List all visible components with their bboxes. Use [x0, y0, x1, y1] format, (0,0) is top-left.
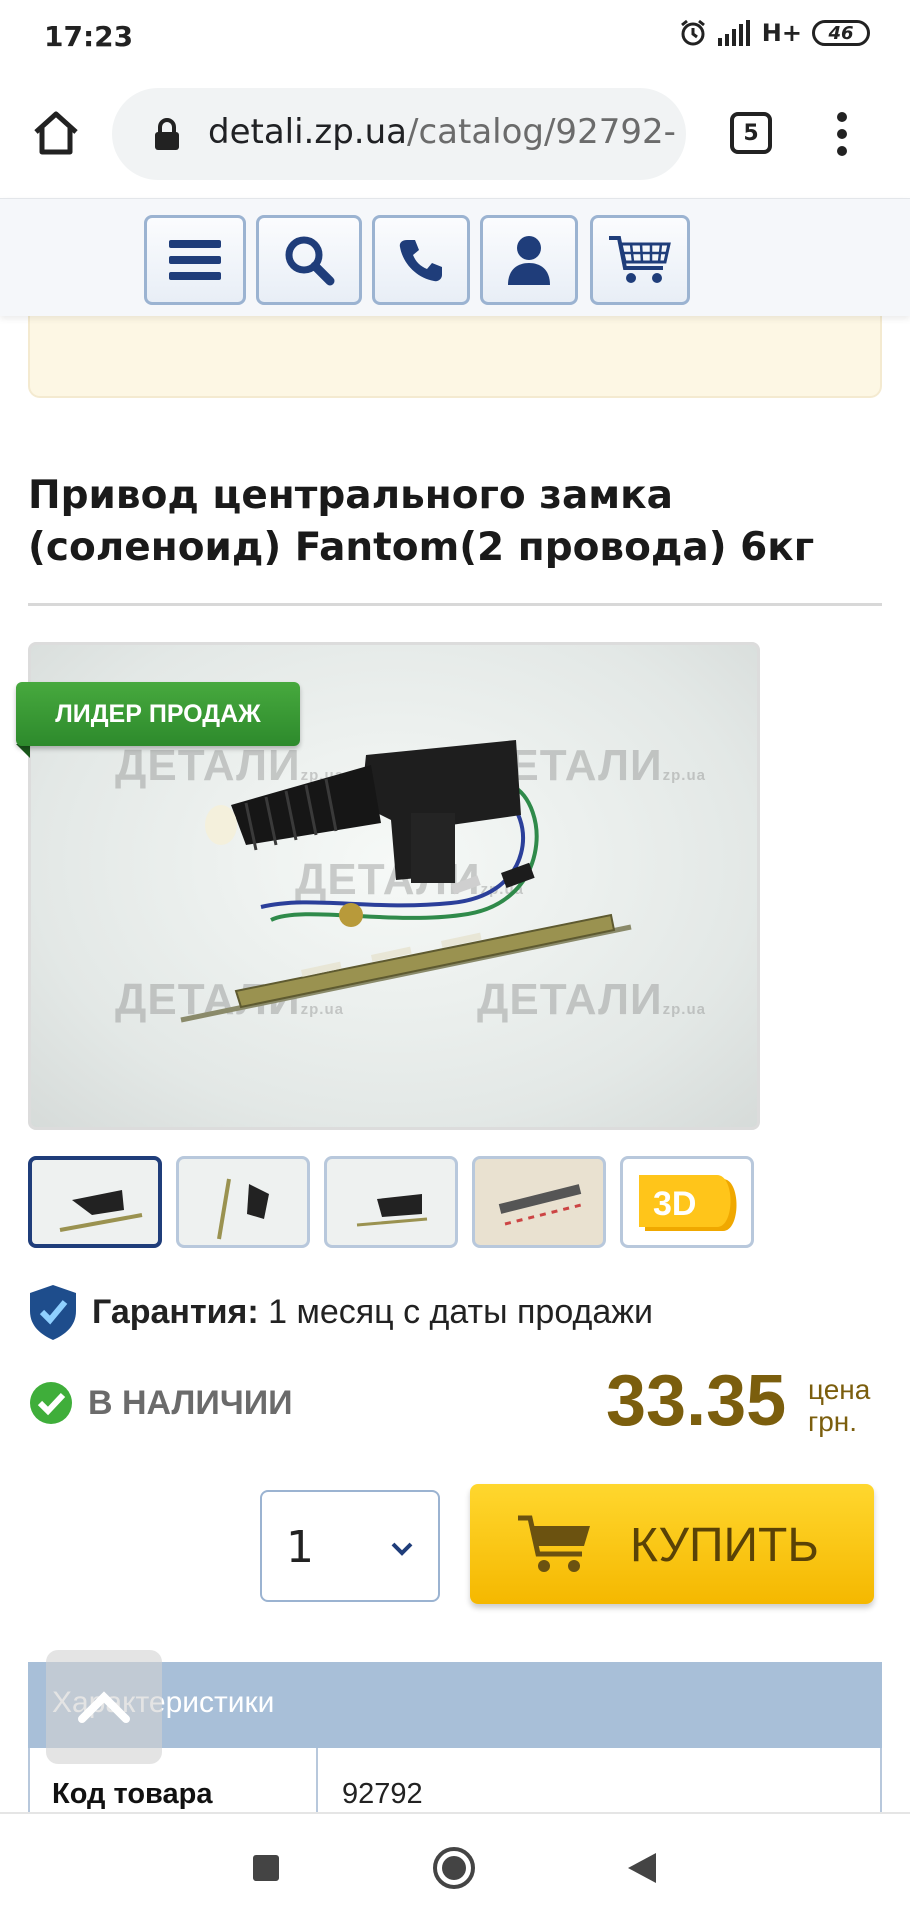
- lock-icon: [155, 118, 179, 150]
- phone-button[interactable]: [372, 215, 470, 305]
- char-key: Код товара: [52, 1778, 213, 1810]
- square-icon: [253, 1855, 279, 1881]
- back-button[interactable]: [618, 1844, 666, 1892]
- badge-fold: [16, 744, 30, 758]
- chevron-down-icon: [391, 1542, 413, 1556]
- system-nav-bar: [0, 1812, 910, 1920]
- status-icons: H+ 46: [678, 18, 870, 48]
- thumbnail-3[interactable]: [324, 1156, 458, 1248]
- address-bar[interactable]: detali.zp.ua/catalog/92792-: [112, 88, 686, 180]
- back-triangle-icon: [628, 1853, 656, 1883]
- menu-button[interactable]: [144, 215, 246, 305]
- scroll-top-button[interactable]: [46, 1650, 162, 1764]
- warranty-value: 1 месяц с даты продажи: [258, 1292, 653, 1331]
- recents-button[interactable]: [242, 1844, 290, 1892]
- chevron-up-icon: [78, 1691, 130, 1723]
- cart-icon: [609, 236, 671, 283]
- account-button[interactable]: [480, 215, 578, 305]
- search-icon: [285, 236, 335, 286]
- price-value: 33.35: [606, 1361, 787, 1441]
- char-value: 92792: [342, 1778, 423, 1810]
- browser-toolbar: detali.zp.ua/catalog/92792- 5: [0, 76, 910, 198]
- tabs-button[interactable]: 5: [730, 112, 772, 154]
- home-icon[interactable]: [30, 106, 82, 158]
- site-toolbar: [0, 198, 910, 316]
- warranty-row: Гарантия: 1 месяц с даты продажи: [28, 1284, 653, 1340]
- stock-status-row: В НАЛИЧИИ: [28, 1380, 293, 1426]
- url-path: /catalog/92792-: [407, 112, 676, 152]
- thumbnail-1[interactable]: [28, 1156, 162, 1248]
- cart-icon: [518, 1515, 590, 1572]
- column-divider: [316, 1748, 318, 1818]
- stock-status: В НАЛИЧИИ: [88, 1383, 293, 1422]
- shield-check-icon: [30, 1285, 76, 1340]
- tab-count: 5: [743, 120, 759, 146]
- 3d-icon: 3D: [639, 1175, 737, 1231]
- home-nav-button[interactable]: [430, 1844, 478, 1892]
- svg-text:3D: 3D: [653, 1185, 696, 1223]
- warranty-label: Гарантия:: [92, 1292, 259, 1331]
- thumbnail-3d[interactable]: 3D: [620, 1156, 754, 1248]
- quantity-value: 1: [286, 1522, 314, 1573]
- warranty-text: Гарантия: 1 месяц с даты продажи: [92, 1293, 653, 1332]
- quantity-select[interactable]: 1: [260, 1490, 440, 1602]
- battery-icon: 46: [812, 20, 870, 46]
- status-time: 17:23: [44, 20, 134, 53]
- title-divider: [28, 603, 882, 606]
- circle-icon: [433, 1847, 475, 1889]
- cart-button[interactable]: [590, 215, 690, 305]
- price-label: цена грн.: [808, 1374, 871, 1437]
- check-circle-icon: [30, 1382, 72, 1424]
- signal-icon: [717, 20, 750, 46]
- battery-level: 46: [828, 22, 854, 44]
- product-title: Привод центрального замка (соленоид) Fan…: [28, 473, 815, 570]
- url-domain: detali.zp.ua: [208, 112, 407, 152]
- buy-label: КУПИТЬ: [630, 1519, 819, 1572]
- search-button[interactable]: [256, 215, 362, 305]
- url-text: detali.zp.ua/catalog/92792-: [208, 112, 676, 152]
- user-icon: [508, 236, 550, 285]
- thumbnail-2[interactable]: [176, 1156, 310, 1248]
- network-type: H+: [761, 19, 802, 47]
- phone-icon: [399, 240, 442, 282]
- status-bar: 17:23 H+ 46: [0, 0, 910, 76]
- alarm-icon: [680, 19, 705, 46]
- thumbnail-4[interactable]: [472, 1156, 606, 1248]
- browser-menu-icon[interactable]: [836, 112, 848, 156]
- buy-button[interactable]: КУПИТЬ: [470, 1484, 874, 1604]
- menu-icon: [169, 240, 221, 280]
- bestseller-badge: ЛИДЕР ПРОДАЖ: [16, 682, 300, 746]
